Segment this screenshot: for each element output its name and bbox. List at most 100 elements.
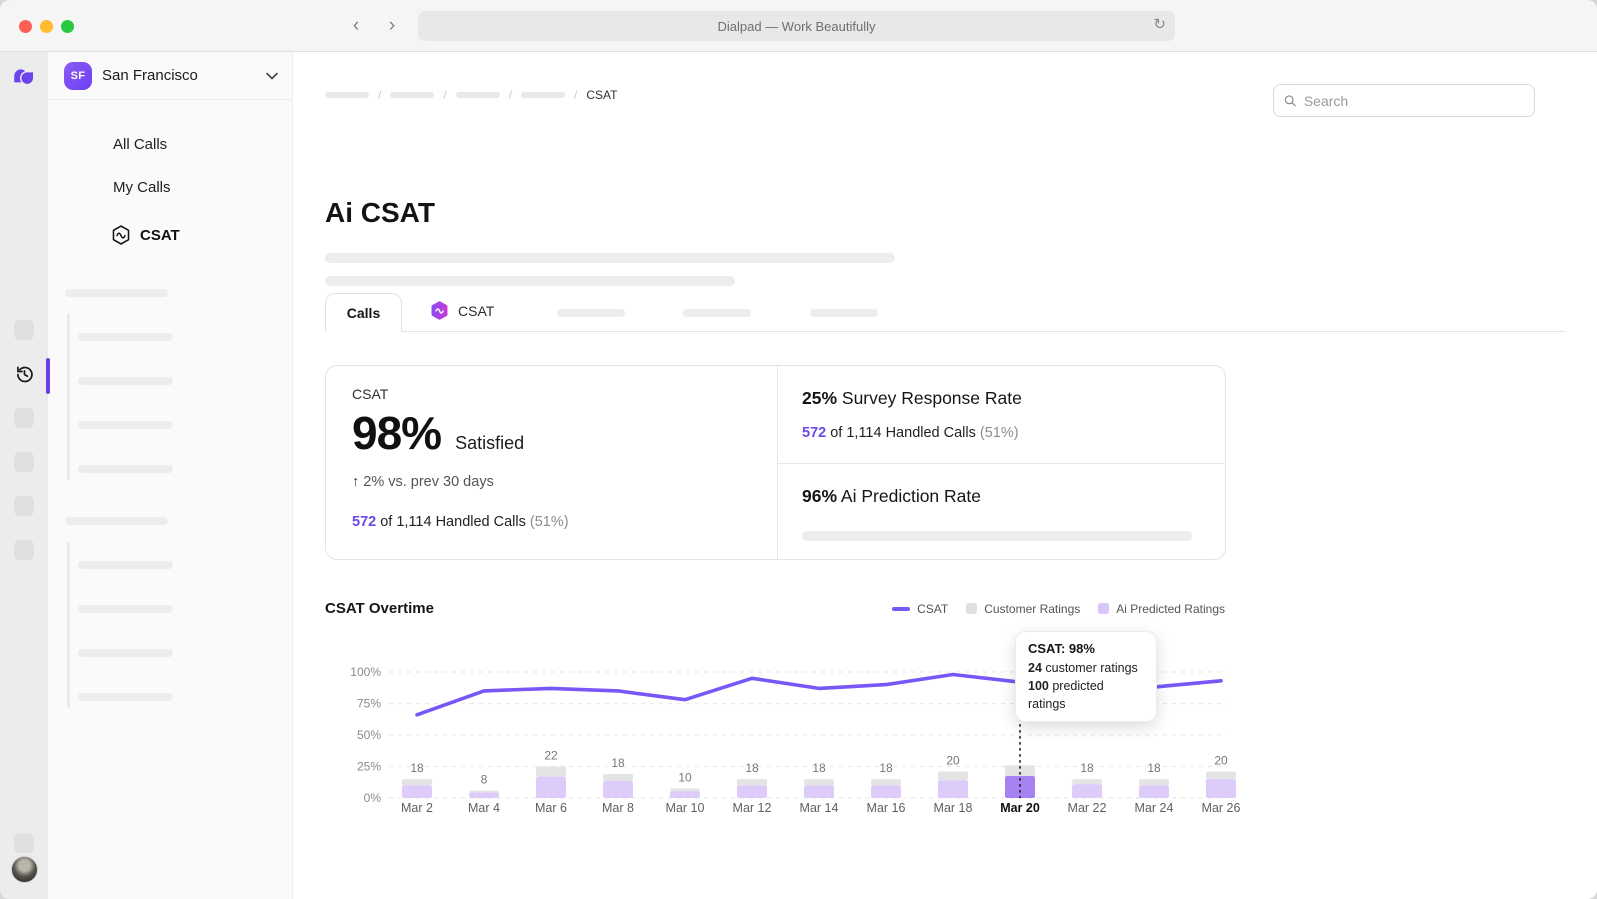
legend-item-ai-predicted-ratings[interactable]: Ai Predicted Ratings [1098, 602, 1225, 616]
skeleton-bar [325, 253, 895, 263]
tabs: Calls CSAT [325, 293, 1565, 332]
browser-window: ‹ › Dialpad — Work Beautifully ↻ [0, 0, 1597, 899]
stats-card: CSAT 98% Satisfied ↑2% vs. prev 30 days … [325, 365, 1226, 560]
history-icon[interactable] [14, 364, 35, 390]
rail-placeholder-icon [14, 408, 34, 428]
skeleton-breadcrumb-segment [456, 92, 500, 98]
svg-text:18: 18 [1080, 761, 1094, 775]
skeleton-bar [802, 531, 1192, 541]
tab-csat[interactable]: CSAT [429, 300, 494, 321]
csat-stat-suffix: Satisfied [455, 433, 524, 454]
csat-handled-calls: 572 of 1,114 Handled Calls (51%) [352, 514, 751, 530]
reload-icon[interactable]: ↻ [1153, 15, 1166, 33]
svg-text:100%: 100% [350, 665, 381, 679]
skeleton-tab [810, 309, 878, 317]
active-rail-indicator [46, 358, 50, 394]
svg-text:18: 18 [410, 761, 424, 775]
tab-csat-label: CSAT [458, 303, 494, 319]
svg-text:Mar 22: Mar 22 [1068, 801, 1107, 815]
tooltip-title: CSAT: 98% [1028, 640, 1144, 659]
skeleton-bar [78, 605, 173, 613]
svg-text:18: 18 [611, 756, 625, 770]
svg-text:Mar 16: Mar 16 [867, 801, 906, 815]
skeleton-bar [78, 377, 173, 385]
app-rail [0, 52, 48, 899]
skeleton-breadcrumb-segment [521, 92, 565, 98]
square-swatch-icon [966, 603, 977, 614]
skeleton-bar [65, 289, 168, 297]
svg-text:75%: 75% [357, 697, 381, 711]
address-bar-title: Dialpad — Work Beautifully [718, 19, 876, 34]
workspace-selector[interactable]: SF San Francisco [48, 52, 292, 100]
close-window-button[interactable] [19, 20, 32, 33]
skeleton-tree-line [67, 542, 70, 708]
rail-placeholder-icon [14, 452, 34, 472]
arrow-up-icon: ↑ [352, 474, 359, 490]
tab-calls[interactable]: Calls [325, 293, 402, 332]
sidebar-item-csat-label: CSAT [140, 227, 180, 244]
svg-text:18: 18 [812, 761, 826, 775]
csat-trend: ↑2% vs. prev 30 days [352, 474, 751, 490]
minimize-window-button[interactable] [40, 20, 53, 33]
svg-text:0%: 0% [364, 791, 382, 805]
csat-stat-panel: CSAT 98% Satisfied ↑2% vs. prev 30 days … [326, 366, 778, 559]
skeleton-bar [78, 333, 173, 341]
svg-text:20: 20 [1214, 754, 1228, 768]
svg-text:8: 8 [481, 772, 488, 786]
forward-button[interactable]: › [382, 14, 402, 38]
rail-placeholder-icon [14, 496, 34, 516]
skeleton-bar [325, 276, 735, 286]
skeleton-bar [78, 465, 173, 473]
handled-calls-link[interactable]: 572 [802, 425, 826, 441]
tooltip-row: 24 customer ratings [1028, 659, 1144, 677]
ai-prediction-panel: 96% Ai Prediction Rate [778, 464, 1225, 563]
svg-text:50%: 50% [357, 728, 381, 742]
chevron-down-icon [266, 72, 278, 80]
svg-text:Mar 14: Mar 14 [800, 801, 839, 815]
zoom-window-button[interactable] [61, 20, 74, 33]
sidebar-item-all-calls[interactable]: All Calls [113, 136, 167, 153]
rail-placeholder-icon [14, 540, 34, 560]
survey-response-panel: 25% Survey Response Rate 572 of 1,114 Ha… [778, 366, 1225, 464]
search-icon [1284, 94, 1297, 108]
skeleton-breadcrumb-segment [325, 92, 369, 98]
svg-text:18: 18 [879, 761, 893, 775]
skeleton-bar [78, 693, 173, 701]
skeleton-bar [78, 561, 173, 569]
search-box[interactable] [1273, 84, 1535, 117]
dialpad-logo-icon[interactable] [11, 65, 37, 94]
svg-text:20: 20 [946, 754, 960, 768]
back-button[interactable]: ‹ [346, 14, 366, 38]
svg-text:Mar 26: Mar 26 [1202, 801, 1240, 815]
chart-tooltip: CSAT: 98% 24 customer ratings 100 predic… [1015, 631, 1157, 722]
traffic-lights [19, 20, 74, 33]
skeleton-bar [78, 649, 173, 657]
user-avatar[interactable] [11, 856, 38, 883]
breadcrumb: / / / / CSAT [325, 88, 618, 102]
csat-overtime-chart: 0%25%50%75%100%18Mar 28Mar 422Mar 618Mar… [325, 645, 1240, 820]
csat-stat-value: 98% [352, 406, 441, 460]
chart-title: CSAT Overtime [325, 600, 434, 617]
page-title: Ai CSAT [325, 197, 435, 229]
ai-hexagon-icon [110, 224, 132, 246]
svg-text:Mar 24: Mar 24 [1135, 801, 1174, 815]
address-bar[interactable]: Dialpad — Work Beautifully ↻ [418, 11, 1175, 41]
main-content: / / / / CSAT Ai CSAT Calls [293, 52, 1597, 899]
svg-text:Mar 4: Mar 4 [468, 801, 500, 815]
skeleton-tree-line [67, 314, 70, 480]
legend-item-customer-ratings[interactable]: Customer Ratings [966, 602, 1080, 616]
sidebar-item-my-calls[interactable]: My Calls [113, 179, 171, 196]
svg-text:Mar 20: Mar 20 [1000, 801, 1040, 815]
legend-item-csat[interactable]: CSAT [892, 602, 948, 616]
svg-text:Mar 18: Mar 18 [934, 801, 973, 815]
skeleton-bar [78, 421, 173, 429]
handled-calls-link[interactable]: 572 [352, 514, 376, 530]
skeleton-tab [683, 309, 751, 317]
svg-text:10: 10 [678, 771, 692, 785]
skeleton-bar [65, 517, 168, 525]
browser-titlebar: ‹ › Dialpad — Work Beautifully ↻ [0, 0, 1597, 52]
ai-prediction-title: 96% Ai Prediction Rate [802, 486, 1201, 507]
square-swatch-icon [1098, 603, 1109, 614]
search-input[interactable] [1304, 93, 1524, 109]
sidebar-item-csat[interactable]: CSAT [110, 224, 180, 246]
